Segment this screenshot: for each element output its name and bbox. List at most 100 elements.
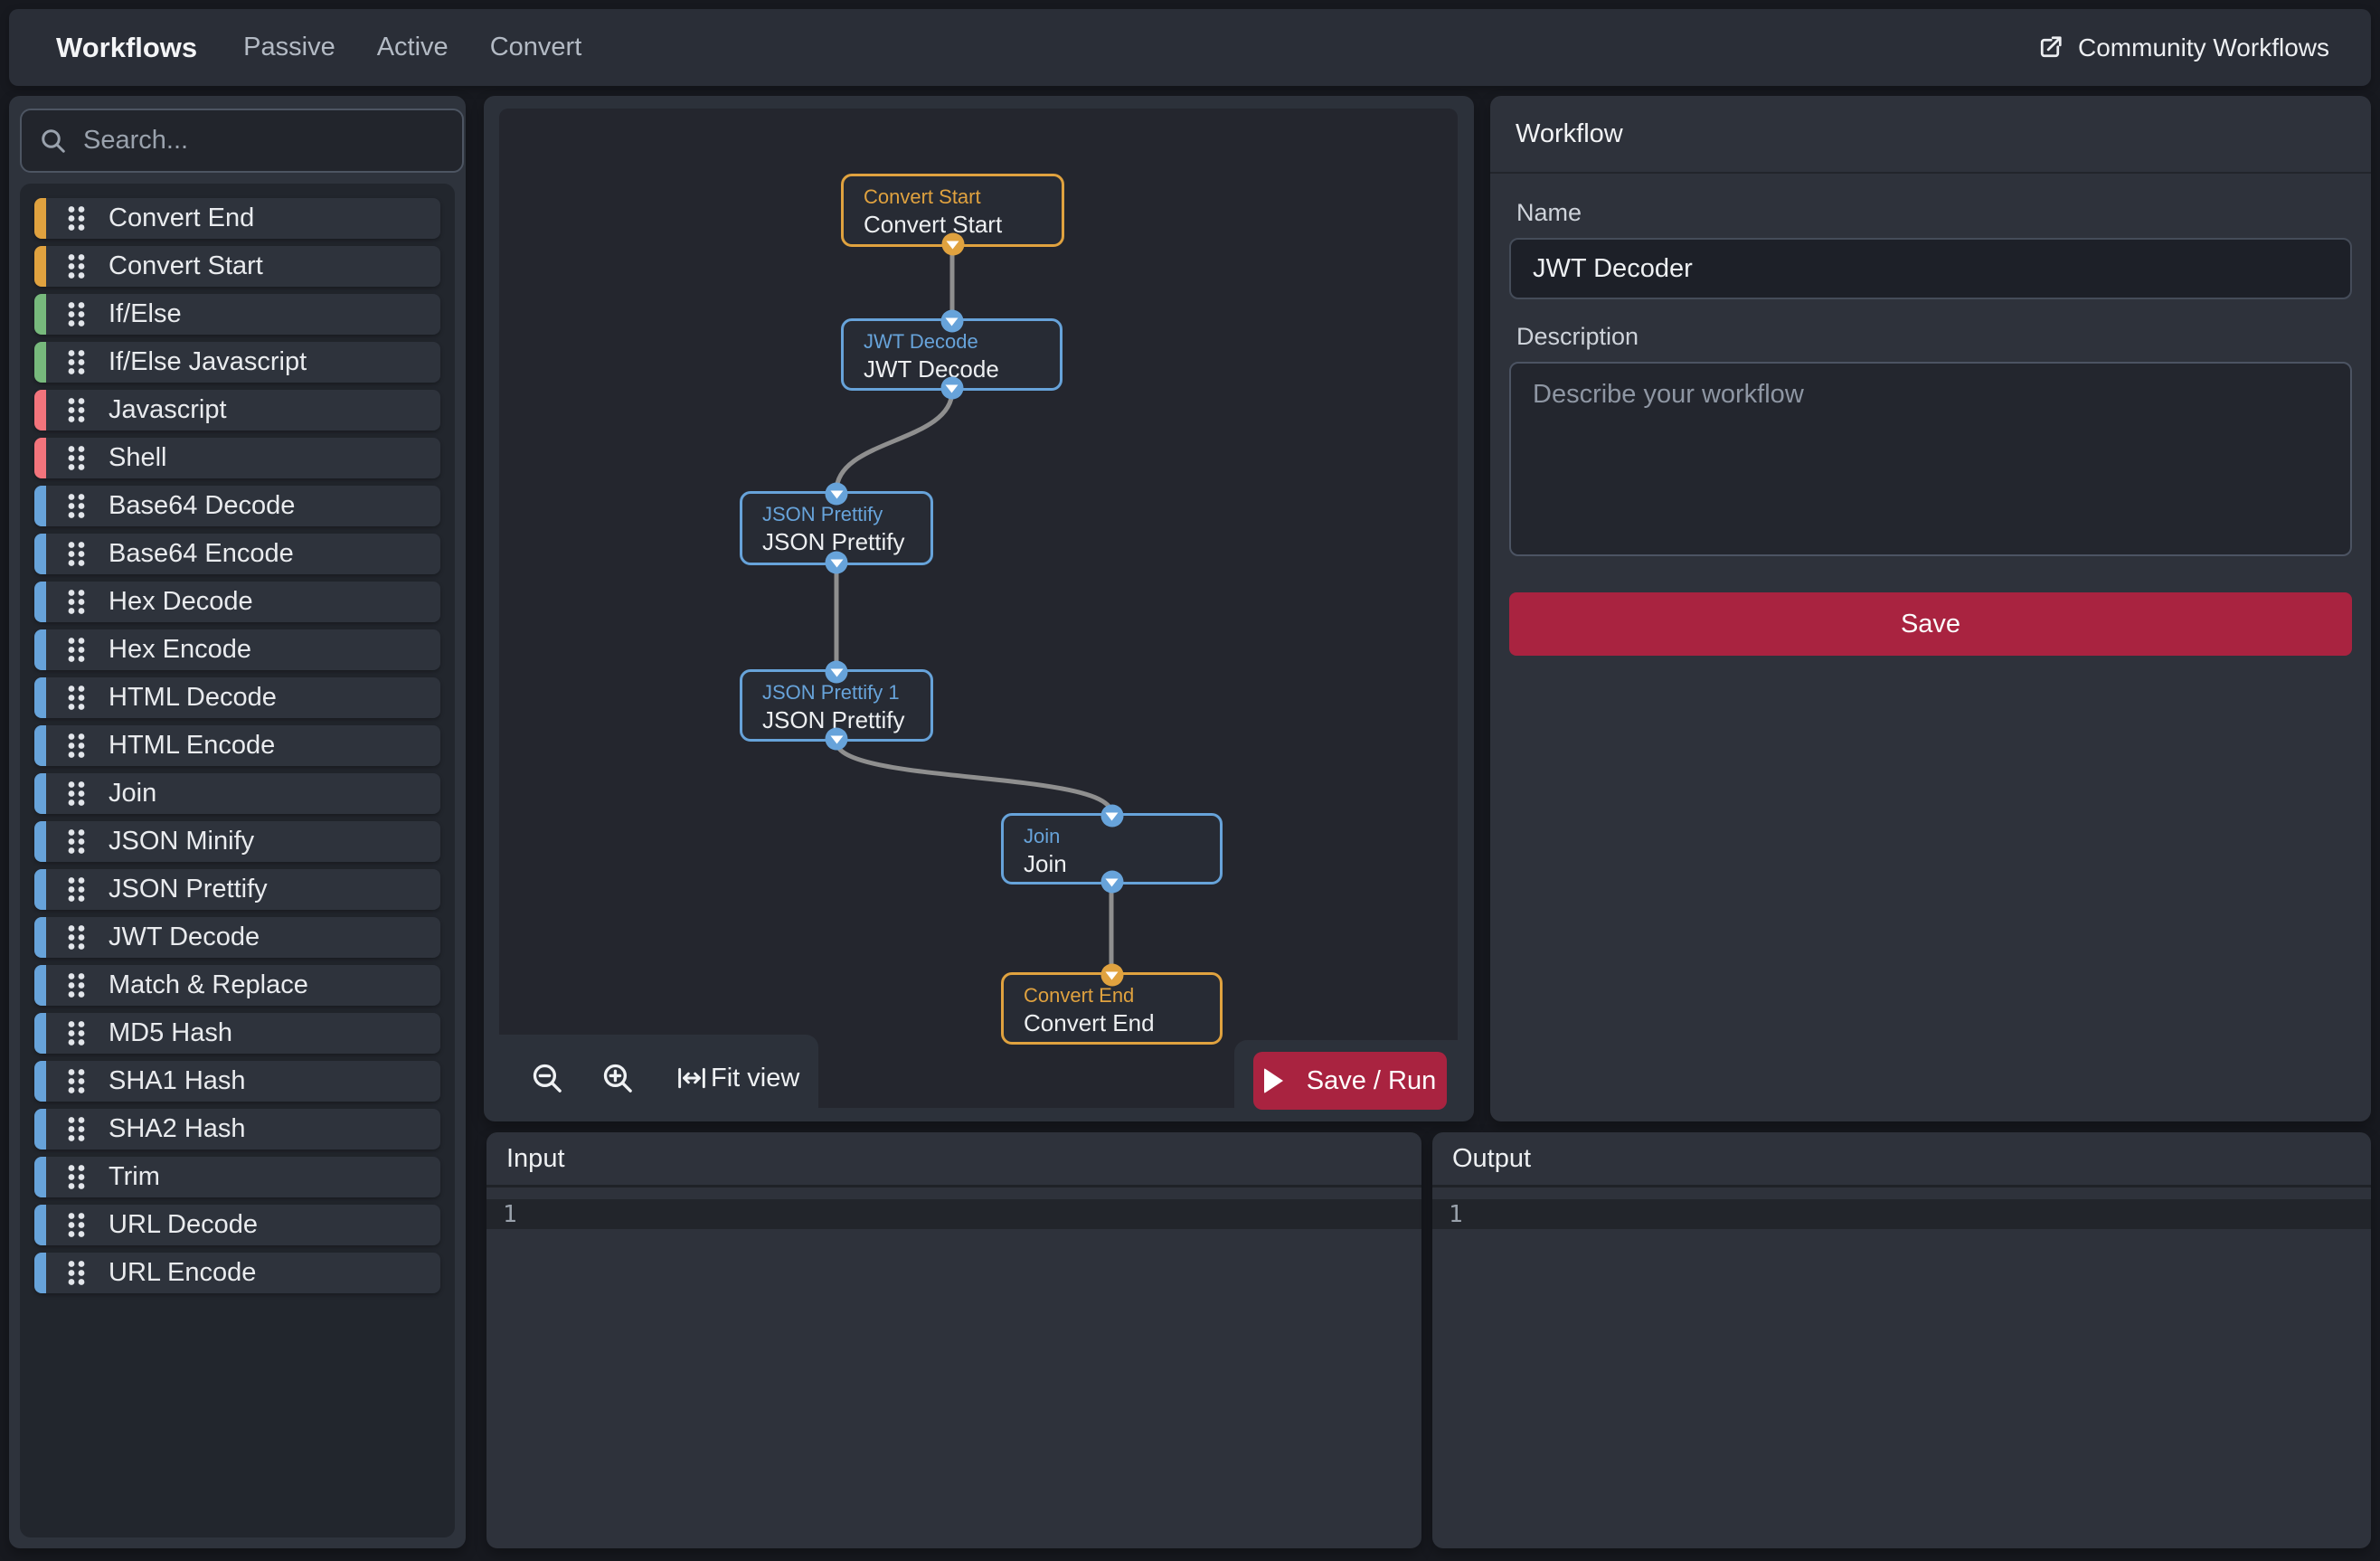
sidebar-item-url-encode[interactable]: URL Encode: [34, 1253, 440, 1293]
sidebar-item-base64-encode[interactable]: Base64 Encode: [34, 534, 440, 574]
node-handle-top[interactable]: [826, 483, 848, 506]
drag-handle-icon[interactable]: [66, 1258, 87, 1288]
fit-view-button[interactable]: Fit view: [676, 1064, 799, 1093]
workflow-name-input[interactable]: [1509, 238, 2352, 299]
node-handle-top[interactable]: [1100, 964, 1123, 987]
drag-handle-icon[interactable]: [66, 347, 87, 377]
node-label: JSON Prettify: [762, 706, 930, 733]
fit-view-label: Fit view: [711, 1064, 799, 1093]
sidebar-item-json-minify[interactable]: JSON Minify: [34, 821, 440, 862]
item-color-stripe: [34, 1157, 46, 1197]
sidebar-item-if-else[interactable]: If/Else: [34, 294, 440, 335]
drag-handle-icon[interactable]: [66, 251, 87, 281]
item-color-stripe: [34, 917, 46, 958]
sidebar-item-label: Convert End: [109, 203, 254, 233]
item-color-stripe: [34, 1205, 46, 1245]
sidebar-item-jwt-decode[interactable]: JWT Decode: [34, 917, 440, 958]
sidebar-item-sha1-hash[interactable]: SHA1 Hash: [34, 1061, 440, 1102]
sidebar-item-javascript[interactable]: Javascript: [34, 390, 440, 430]
sidebar-item-shell[interactable]: Shell: [34, 438, 440, 478]
search-icon: [40, 128, 67, 155]
sidebar-item-base64-decode[interactable]: Base64 Decode: [34, 486, 440, 526]
sidebar-item-html-encode[interactable]: HTML Encode: [34, 725, 440, 766]
drag-handle-icon[interactable]: [66, 1066, 87, 1096]
input-editor[interactable]: 1: [486, 1187, 1421, 1548]
node-handle-bottom[interactable]: [826, 552, 848, 574]
zoom-in-button[interactable]: [582, 1046, 653, 1110]
drag-handle-icon[interactable]: [66, 1210, 87, 1240]
community-workflows-link[interactable]: Community Workflows: [2036, 33, 2329, 62]
fit-view-icon: [676, 1064, 707, 1092]
sidebar-item-label: Javascript: [109, 395, 227, 425]
sidebar-item-label: URL Encode: [109, 1258, 256, 1288]
item-color-stripe: [34, 534, 46, 574]
flow-node-convert-start[interactable]: Convert Start Convert Start: [841, 174, 1064, 247]
drag-handle-icon[interactable]: [66, 395, 87, 425]
sidebar-item-label: JWT Decode: [109, 922, 260, 952]
node-handle-top[interactable]: [1100, 805, 1123, 828]
drag-handle-icon[interactable]: [66, 587, 87, 617]
sidebar-item-md5-hash[interactable]: MD5 Hash: [34, 1013, 440, 1054]
flow-node-json-prettify-1[interactable]: JSON Prettify 1 JSON Prettify: [740, 669, 933, 742]
search-input[interactable]: [81, 125, 444, 156]
sidebar-item-match-replace[interactable]: Match & Replace: [34, 965, 440, 1006]
drag-handle-icon[interactable]: [66, 443, 87, 473]
sidebar-item-json-prettify[interactable]: JSON Prettify: [34, 869, 440, 910]
drag-handle-icon[interactable]: [66, 539, 87, 569]
chevron-down-icon: [947, 241, 959, 250]
drag-handle-icon[interactable]: [66, 1114, 87, 1144]
drag-handle-icon[interactable]: [66, 970, 87, 1000]
nav-tab-passive[interactable]: Passive: [243, 33, 335, 62]
chevron-down-icon: [830, 560, 843, 568]
sidebar-item-label: If/Else Javascript: [109, 347, 307, 377]
sidebar-item-join[interactable]: Join: [34, 773, 440, 814]
sidebar-item-url-decode[interactable]: URL Decode: [34, 1205, 440, 1245]
node-label: Join: [1024, 850, 1220, 877]
drag-handle-icon[interactable]: [66, 875, 87, 904]
item-color-stripe: [34, 342, 46, 383]
zoom-out-button[interactable]: [512, 1046, 582, 1110]
drag-handle-icon[interactable]: [66, 1018, 87, 1048]
drag-handle-icon[interactable]: [66, 683, 87, 713]
sidebar-item-label: SHA1 Hash: [109, 1066, 246, 1096]
nav-brand-workflows[interactable]: Workflows: [56, 32, 197, 64]
save-button[interactable]: Save: [1509, 592, 2352, 656]
sidebar-item-if-else-javascript[interactable]: If/Else Javascript: [34, 342, 440, 383]
node-handle-top[interactable]: [826, 661, 848, 684]
workflow-description-textarea[interactable]: [1509, 362, 2352, 556]
drag-handle-icon[interactable]: [66, 203, 87, 233]
node-handle-bottom[interactable]: [941, 233, 964, 256]
sidebar-item-hex-encode[interactable]: Hex Encode: [34, 629, 440, 670]
flow-node-jwt-decode[interactable]: JWT Decode JWT Decode: [841, 318, 1062, 391]
chevron-down-icon: [1106, 879, 1119, 887]
drag-handle-icon[interactable]: [66, 299, 87, 329]
nav-tab-active[interactable]: Active: [377, 33, 449, 62]
drag-handle-icon[interactable]: [66, 1162, 87, 1192]
sidebar-item-hex-decode[interactable]: Hex Decode: [34, 582, 440, 622]
flow-canvas[interactable]: Convert Start Convert Start JWT Decode J…: [499, 109, 1458, 1108]
flow-node-convert-end[interactable]: Convert End Convert End: [1001, 972, 1223, 1045]
drag-handle-icon[interactable]: [66, 922, 87, 952]
drag-handle-icon[interactable]: [66, 635, 87, 665]
node-handle-bottom[interactable]: [940, 377, 963, 400]
node-handle-bottom[interactable]: [1100, 871, 1123, 894]
node-handle-bottom[interactable]: [826, 728, 848, 751]
node-handle-top[interactable]: [940, 310, 963, 333]
flow-node-join[interactable]: Join Join: [1001, 813, 1223, 885]
sidebar-item-label: Convert Start: [109, 251, 263, 281]
sidebar-item-convert-start[interactable]: Convert Start: [34, 246, 440, 287]
flow-node-json-prettify[interactable]: JSON Prettify JSON Prettify: [740, 491, 933, 565]
chevron-down-icon: [1106, 813, 1119, 821]
drag-handle-icon[interactable]: [66, 491, 87, 521]
sidebar-item-html-decode[interactable]: HTML Decode: [34, 677, 440, 718]
item-color-stripe: [34, 1013, 46, 1054]
sidebar-item-sha2-hash[interactable]: SHA2 Hash: [34, 1109, 440, 1149]
drag-handle-icon[interactable]: [66, 827, 87, 856]
drag-handle-icon[interactable]: [66, 731, 87, 761]
nav-tab-convert[interactable]: Convert: [490, 33, 582, 62]
output-editor[interactable]: 1: [1432, 1187, 2371, 1548]
sidebar-item-trim[interactable]: Trim: [34, 1157, 440, 1197]
drag-handle-icon[interactable]: [66, 779, 87, 809]
save-run-button[interactable]: Save / Run: [1253, 1052, 1447, 1110]
sidebar-item-convert-end[interactable]: Convert End: [34, 198, 440, 239]
